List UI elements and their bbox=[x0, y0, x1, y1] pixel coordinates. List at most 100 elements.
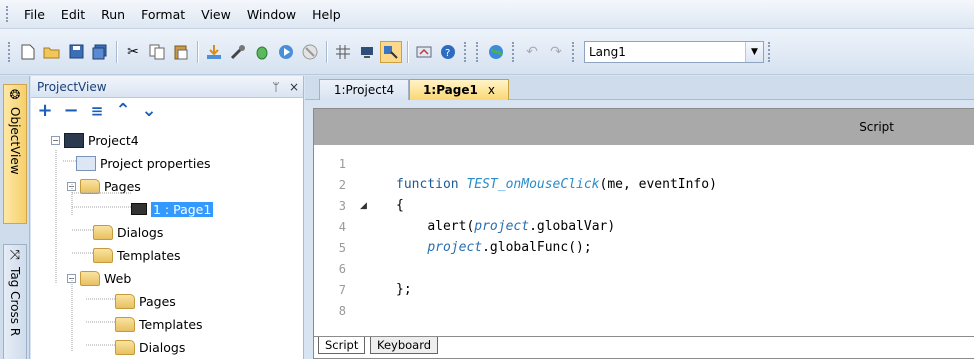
tag-cross-reference-label: Tag Cross R bbox=[8, 267, 22, 337]
copy-icon[interactable] bbox=[146, 41, 168, 63]
project-tree: − Project4 Project properties − Pages 1 … bbox=[31, 124, 303, 355]
redo-icon[interactable]: ↷ bbox=[545, 41, 567, 63]
code-line-7: }; bbox=[396, 282, 412, 297]
side-strip: ❂ ObjectView ⤨ Tag Cross R bbox=[0, 76, 30, 359]
code-text: }; bbox=[396, 282, 412, 297]
pin-icon[interactable]: ᛘ bbox=[267, 80, 285, 94]
line-number: 5 bbox=[338, 241, 346, 255]
code-text: .globalFunc(); bbox=[482, 240, 592, 255]
move-up-icon[interactable]: ⌃ bbox=[115, 102, 131, 120]
code-text: .globalVar) bbox=[529, 219, 616, 234]
code-function-name: TEST_onMouseClick bbox=[466, 177, 600, 192]
code-text: { bbox=[396, 198, 404, 213]
line-number: 2 bbox=[338, 178, 346, 192]
settings-icon[interactable] bbox=[413, 41, 435, 63]
cut-icon[interactable]: ✂ bbox=[122, 41, 144, 63]
code-line-5: project.globalFunc(); bbox=[396, 240, 592, 255]
code-line-3: { bbox=[396, 198, 404, 213]
code-text: alert( bbox=[427, 219, 475, 234]
new-icon[interactable] bbox=[17, 41, 39, 63]
line-number: 6 bbox=[338, 262, 346, 276]
toolbar-grip[interactable] bbox=[572, 41, 576, 62]
code-area[interactable]: 1 2 3 4 5 6 7 8 ◢ function TEST_onMouseC… bbox=[314, 145, 974, 325]
move-down-icon[interactable]: ⌄ bbox=[141, 102, 157, 120]
project-view-tools: + − ≡ ⌃ ⌄ bbox=[31, 98, 303, 124]
download-icon[interactable] bbox=[203, 41, 225, 63]
cross-reference-icon: ⤨ bbox=[9, 248, 21, 263]
stop-icon[interactable] bbox=[299, 41, 321, 63]
menu-run[interactable]: Run bbox=[93, 7, 133, 22]
svg-text:?: ? bbox=[445, 48, 450, 59]
code-object: project bbox=[427, 240, 483, 255]
chevron-down-icon[interactable]: ▼ bbox=[745, 41, 763, 62]
toolbar-separator bbox=[116, 40, 117, 63]
fold-icon[interactable]: ◢ bbox=[360, 201, 367, 211]
project-view-panel: ProjectView ᛘ × + − ≡ ⌃ ⌄ − Project4 Pro… bbox=[31, 76, 304, 359]
align-icon[interactable] bbox=[356, 41, 378, 63]
toolbar-grip[interactable] bbox=[8, 41, 12, 62]
tab-label: Script bbox=[325, 338, 359, 352]
editor-header: Script bbox=[314, 109, 974, 145]
menu-edit[interactable]: Edit bbox=[53, 7, 93, 22]
editor-header-title: Script bbox=[859, 120, 894, 134]
code-keyword: function bbox=[396, 177, 459, 192]
save-all-icon[interactable] bbox=[89, 41, 111, 63]
toolbar-grip[interactable] bbox=[476, 41, 480, 62]
run-icon[interactable] bbox=[275, 41, 297, 63]
tab-project4[interactable]: 1:Project4 bbox=[319, 79, 409, 100]
project-view-header: ProjectView ᛘ × bbox=[31, 76, 303, 98]
editor-bottom-tabs: Script Keyboard bbox=[314, 336, 974, 358]
remove-icon[interactable]: − bbox=[63, 102, 79, 120]
objectview-tab[interactable]: ❂ ObjectView bbox=[3, 84, 27, 224]
open-icon[interactable] bbox=[41, 41, 63, 63]
tab-label: 1:Page1 bbox=[423, 83, 478, 97]
language-select[interactable]: Lang1 ▼ bbox=[584, 40, 764, 63]
document-tabs: 1:Project4 1:Page1 x bbox=[305, 76, 974, 100]
undo-icon[interactable]: ↶ bbox=[521, 41, 543, 63]
language-value: Lang1 bbox=[589, 44, 626, 59]
project-view-title: ProjectView bbox=[37, 79, 107, 94]
toolbar-separator bbox=[407, 40, 408, 63]
objectview-icon: ❂ bbox=[9, 88, 21, 103]
menu-file[interactable]: File bbox=[16, 7, 53, 22]
menu-view[interactable]: View bbox=[193, 7, 239, 22]
help-icon[interactable]: ? bbox=[437, 41, 459, 63]
tag-cross-reference-tab[interactable]: ⤨ Tag Cross R bbox=[3, 244, 27, 359]
tab-keyboard[interactable]: Keyboard bbox=[370, 337, 439, 354]
line-number: 8 bbox=[338, 304, 346, 318]
grid-icon[interactable] bbox=[332, 41, 354, 63]
menu-format[interactable]: Format bbox=[133, 7, 193, 22]
code-line-2: function TEST_onMouseClick(me, eventInfo… bbox=[396, 177, 717, 192]
add-icon[interactable]: + bbox=[37, 102, 53, 120]
paste-icon[interactable] bbox=[170, 41, 192, 63]
globe-icon[interactable] bbox=[485, 41, 507, 63]
code-text: (me, eventInfo) bbox=[599, 177, 717, 192]
toolbar-grip[interactable] bbox=[464, 41, 468, 62]
toolbar-grip[interactable] bbox=[512, 41, 516, 62]
tab-script[interactable]: Script bbox=[318, 337, 366, 354]
menu-help[interactable]: Help bbox=[304, 7, 349, 22]
debug-icon[interactable] bbox=[251, 41, 273, 63]
toolbar: ✂ ? ↶ ↷ Lang1 ▼ bbox=[0, 29, 974, 75]
script-editor: Script 1 2 3 4 5 6 7 8 ◢ function TEST_o… bbox=[313, 108, 974, 359]
menu-window[interactable]: Window bbox=[239, 7, 304, 22]
line-number: 7 bbox=[338, 283, 346, 297]
save-icon[interactable] bbox=[65, 41, 87, 63]
toolbar-separator bbox=[326, 40, 327, 63]
code-object: project bbox=[474, 219, 530, 234]
build-icon[interactable] bbox=[227, 41, 249, 63]
tab-page1[interactable]: 1:Page1 x bbox=[409, 79, 509, 100]
close-icon[interactable]: x bbox=[488, 83, 495, 97]
line-number: 1 bbox=[338, 157, 346, 171]
code-line-4: alert(project.globalVar) bbox=[396, 219, 615, 234]
tab-label: 1:Project4 bbox=[333, 83, 395, 97]
menu-grip bbox=[6, 6, 10, 22]
snap-icon[interactable] bbox=[380, 40, 402, 63]
close-icon[interactable]: × bbox=[285, 80, 303, 94]
tree-guides bbox=[55, 150, 131, 352]
toolbar-grip[interactable] bbox=[768, 41, 772, 62]
properties-icon[interactable]: ≡ bbox=[89, 103, 105, 119]
line-number: 4 bbox=[338, 220, 346, 234]
tab-label: Keyboard bbox=[377, 338, 432, 352]
line-number: 3 bbox=[338, 199, 346, 213]
